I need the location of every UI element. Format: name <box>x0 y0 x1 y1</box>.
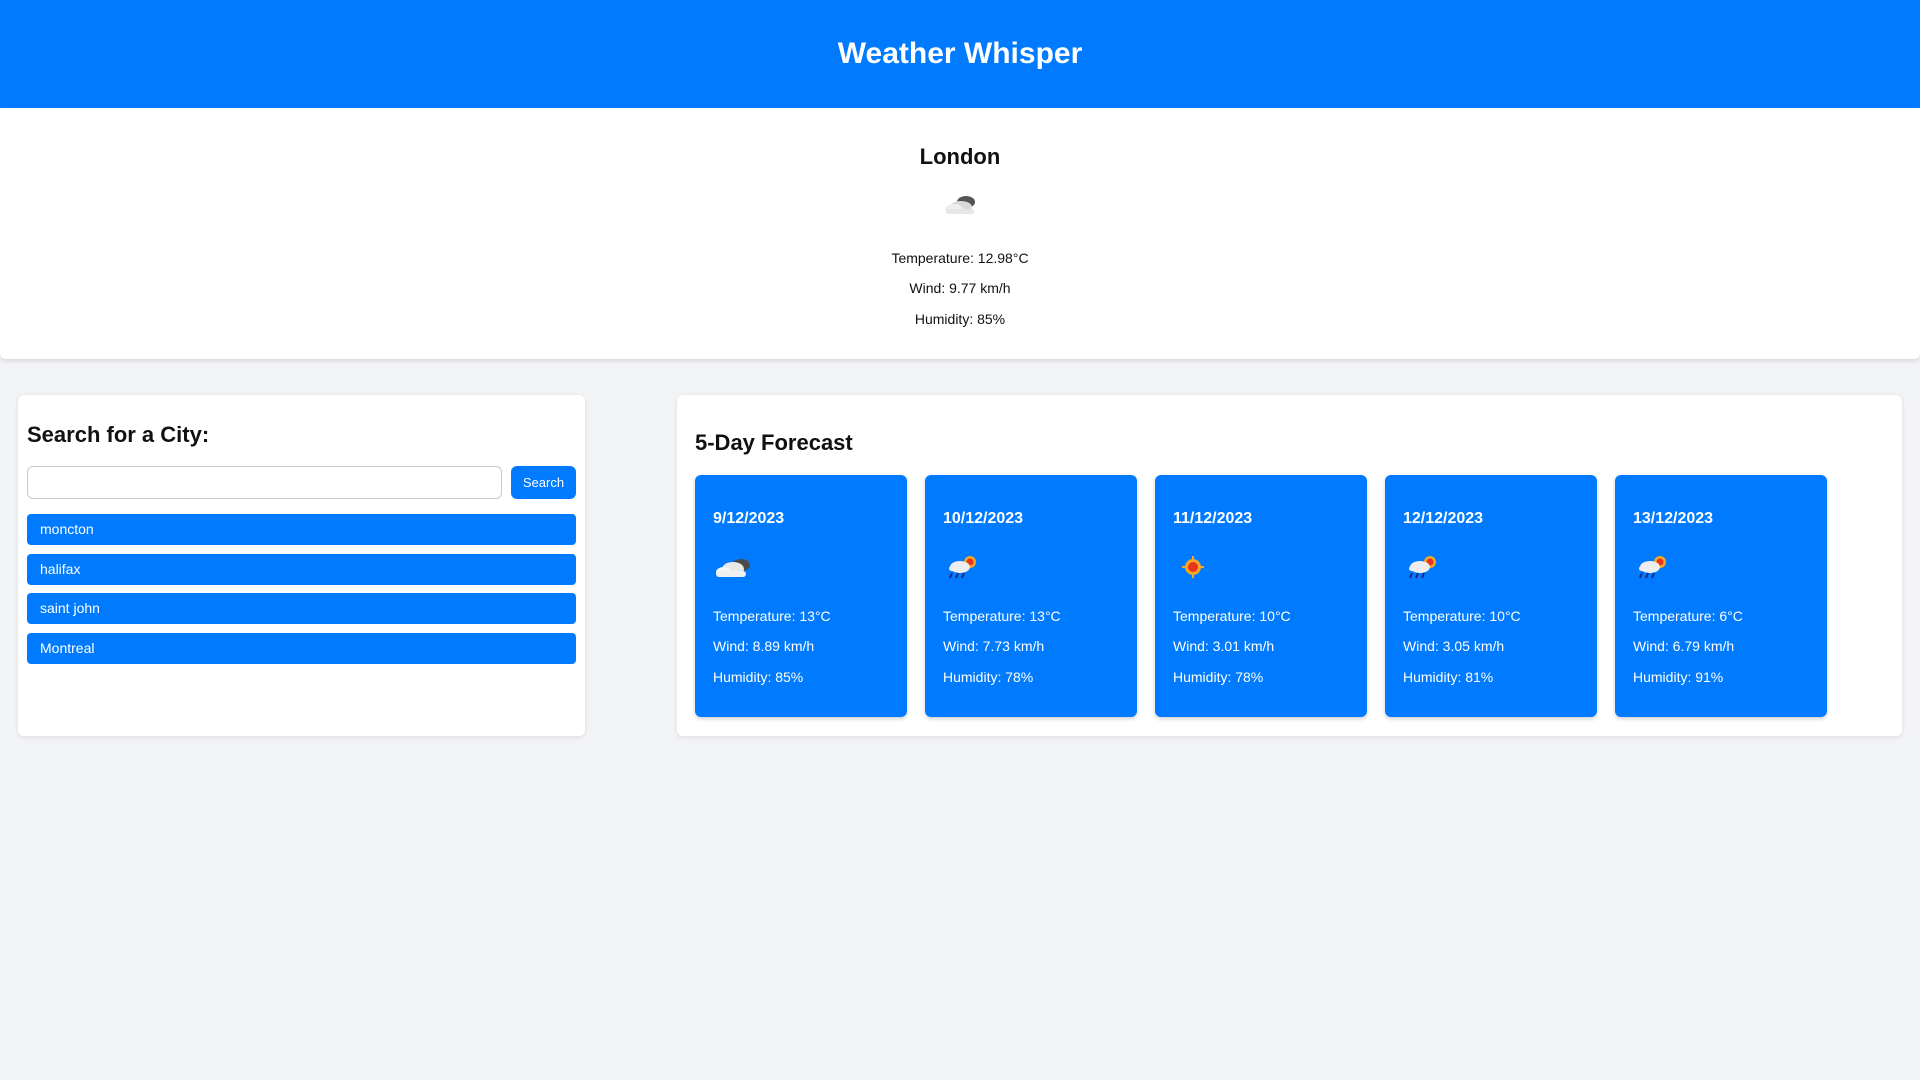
history-item-saint-john[interactable]: saint john <box>27 593 576 624</box>
current-temperature: Temperature: 12.98°C <box>891 250 1029 266</box>
sun-icon <box>1173 552 1213 582</box>
forecast-humidity: Humidity: 78% <box>1173 669 1264 685</box>
forecast-date: 9/12/2023 <box>713 510 785 527</box>
forecast-humidity: Humidity: 78% <box>943 669 1034 685</box>
forecast-card: 11/12/2023 Temperature: 10°C Wind: 3.01 … <box>1155 475 1367 717</box>
partly-cloudy-night-icon <box>940 188 980 218</box>
forecast-wind: Wind: 3.05 km/h <box>1403 638 1505 654</box>
forecast-heading: 5-Day Forecast <box>695 430 853 455</box>
forecast-panel: 5-Day Forecast 9/12/2023 Temperature: 13… <box>677 395 1902 736</box>
forecast-wind: Wind: 8.89 km/h <box>713 638 815 654</box>
forecast-humidity: Humidity: 81% <box>1403 669 1494 685</box>
forecast-cards: 9/12/2023 Temperature: 13°C Wind: 8.89 k… <box>695 475 1827 717</box>
cloudy-icon <box>713 552 753 582</box>
forecast-date: 12/12/2023 <box>1403 510 1484 527</box>
current-humidity: Humidity: 85% <box>914 311 1006 327</box>
forecast-card: 12/12/2023 Temperature: 10°C Wind: 3.05 … <box>1385 475 1597 717</box>
current-weather-card: London Temperature: 12.98°C Wind: 9.77 k… <box>0 108 1920 359</box>
history-item-halifax[interactable]: halifax <box>27 553 576 585</box>
forecast-humidity: Humidity: 85% <box>713 669 804 685</box>
forecast-date: 11/12/2023 <box>1173 510 1253 527</box>
app-title: Weather Whisper <box>837 37 1083 70</box>
forecast-wind: Wind: 7.73 km/h <box>943 638 1045 654</box>
sun-rain-icon <box>943 552 983 582</box>
forecast-wind: Wind: 3.01 km/h <box>1173 638 1275 654</box>
sun-rain-icon <box>1403 552 1443 582</box>
forecast-temperature: Temperature: 13°C <box>713 608 831 624</box>
search-history-list: moncton halifax saint john Montreal <box>27 514 576 672</box>
forecast-card: 10/12/2023 Temperature: 13°C Wind: 7.73 … <box>925 475 1137 717</box>
search-button[interactable]: Search <box>511 466 576 499</box>
history-item-moncton[interactable]: moncton <box>27 514 576 545</box>
forecast-card: 9/12/2023 Temperature: 13°C Wind: 8.89 k… <box>695 475 907 717</box>
forecast-temperature: Temperature: 10°C <box>1173 608 1291 624</box>
search-panel: Search for a City: Search moncton halifa… <box>18 395 585 736</box>
forecast-temperature: Temperature: 10°C <box>1403 608 1521 624</box>
forecast-temperature: Temperature: 13°C <box>943 608 1061 624</box>
forecast-temperature: Temperature: 6°C <box>1633 608 1743 624</box>
app-header: Weather Whisper <box>0 0 1920 108</box>
forecast-wind: Wind: 6.79 km/h <box>1633 638 1735 654</box>
forecast-date: 13/12/2023 <box>1633 510 1714 527</box>
city-search-input[interactable] <box>27 466 502 499</box>
forecast-date: 10/12/2023 <box>943 510 1024 527</box>
current-city-name: London <box>919 144 1001 169</box>
history-item-montreal[interactable]: Montreal <box>27 632 576 664</box>
forecast-card: 13/12/2023 Temperature: 6°C Wind: 6.79 k… <box>1615 475 1827 717</box>
search-heading: Search for a City: <box>27 422 210 447</box>
forecast-humidity: Humidity: 91% <box>1633 669 1724 685</box>
sun-rain-icon <box>1633 552 1673 582</box>
current-wind: Wind: 9.77 km/h <box>909 280 1011 296</box>
